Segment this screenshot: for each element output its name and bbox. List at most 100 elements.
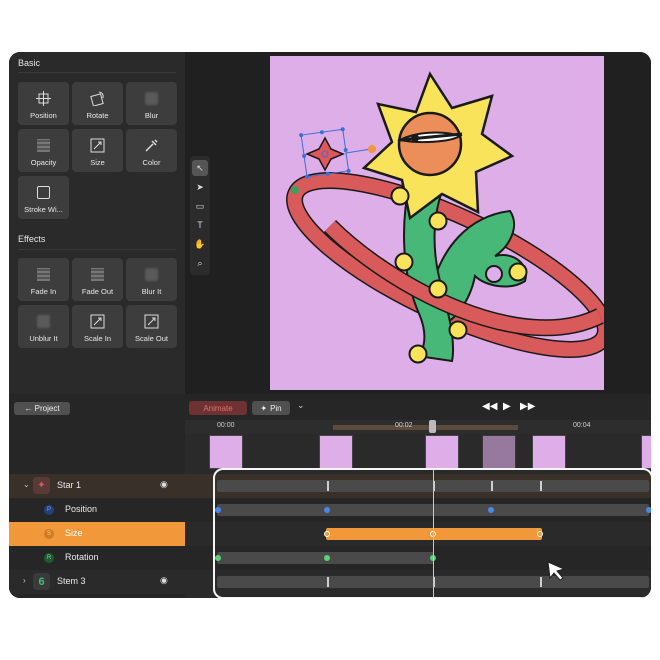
- preset-position[interactable]: Position: [18, 82, 69, 125]
- project-button[interactable]: ← Project: [14, 402, 70, 415]
- preset-opacity[interactable]: Opacity: [18, 129, 69, 172]
- rewind-icon[interactable]: ◀◀: [482, 401, 497, 412]
- preset-size[interactable]: Size: [72, 129, 123, 172]
- pin-label: Pin: [270, 403, 282, 413]
- preset-rotate[interactable]: Rotate: [72, 82, 123, 125]
- canvas-area[interactable]: ↖ ➤ ▭ T ✋ ⌕: [185, 52, 651, 394]
- artboard[interactable]: [270, 56, 614, 390]
- frame-thumbnail[interactable]: [482, 435, 516, 469]
- position-property-icon: P: [44, 505, 54, 515]
- chevron-right-icon[interactable]: ›: [23, 576, 26, 585]
- effect-unblur-it[interactable]: Unblur It: [18, 305, 69, 348]
- tools-toolbar: ↖ ➤ ▭ T ✋ ⌕: [190, 156, 210, 275]
- fast-forward-icon[interactable]: ▶▶: [520, 401, 535, 412]
- layer-row-position[interactable]: P Position: [9, 498, 651, 522]
- ruler-label: 00:02: [395, 422, 413, 429]
- mouse-cursor-icon: [547, 561, 566, 581]
- resize-icon: [89, 137, 106, 154]
- timeline-panel: ← Project Animate ✦ Pin ⌄ ◀◀ ▶ ▶▶ 00:00 …: [9, 394, 651, 598]
- unblur-icon: [35, 313, 52, 330]
- playhead-handle[interactable]: [429, 420, 436, 433]
- keyframe-marker[interactable]: [491, 481, 493, 491]
- blur-it-icon: [143, 266, 160, 283]
- preset-label: Scale Out: [135, 334, 168, 343]
- keyframe-marker[interactable]: [327, 481, 329, 491]
- effect-scale-in[interactable]: Scale In: [72, 305, 123, 348]
- eye-icon[interactable]: ◉: [160, 479, 168, 490]
- frame-thumbnail[interactable]: [532, 435, 566, 469]
- keyframe-marker[interactable]: [540, 481, 542, 491]
- eyedropper-icon: [143, 137, 160, 154]
- layer-row-star-1[interactable]: ⌄ ✦ Star 1 ◉: [9, 474, 651, 498]
- ruler-label: 00:04: [573, 422, 591, 429]
- stem-shape-icon: 6: [33, 573, 50, 590]
- keyframe[interactable]: [324, 531, 330, 537]
- preset-label: Color: [142, 158, 161, 167]
- direct-select-tool[interactable]: ➤: [192, 179, 208, 195]
- opacity-icon: [35, 137, 52, 154]
- select-tool[interactable]: ↖: [192, 160, 208, 176]
- basic-section-title: Basic: [18, 58, 41, 68]
- keyframe[interactable]: [537, 531, 543, 537]
- preset-label: Rotate: [86, 111, 109, 120]
- preset-label: Unblur It: [29, 334, 58, 343]
- preset-label: Stroke Wi...: [24, 205, 63, 214]
- time-ruler[interactable]: 00:00 00:02 00:04: [185, 420, 651, 434]
- effect-fade-in[interactable]: Fade In: [18, 258, 69, 301]
- effect-scale-out[interactable]: Scale Out: [126, 305, 177, 348]
- star-shape-icon: ✦: [33, 477, 50, 494]
- preset-label: Fade In: [30, 287, 57, 296]
- work-area-range: [333, 425, 518, 430]
- play-icon[interactable]: ▶: [503, 401, 511, 412]
- preset-label: Blur: [144, 111, 159, 120]
- scale-in-icon: [89, 313, 106, 330]
- preset-label: Blur It: [141, 287, 162, 296]
- keyframe-marker[interactable]: [327, 577, 329, 587]
- keyframe-marker[interactable]: [540, 577, 542, 587]
- rectangle-tool[interactable]: ▭: [192, 198, 208, 214]
- keyframe[interactable]: [324, 507, 330, 513]
- preset-blur[interactable]: Blur: [126, 82, 177, 125]
- keyframe[interactable]: [215, 507, 221, 513]
- preset-stroke-width[interactable]: Stroke Wi...: [18, 176, 69, 219]
- keyframe[interactable]: [324, 555, 330, 561]
- frame-thumbnail[interactable]: [641, 435, 651, 469]
- keyframe[interactable]: [646, 507, 651, 513]
- effect-fade-out[interactable]: Fade Out: [72, 258, 123, 301]
- flower-illustration: [286, 71, 614, 364]
- fade-in-icon: [35, 266, 52, 283]
- stroke-icon: [35, 184, 52, 201]
- divider: [18, 249, 176, 250]
- preset-label: Opacity: [30, 158, 57, 167]
- zoom-tool[interactable]: ⌕: [192, 255, 208, 271]
- text-tool[interactable]: T: [192, 217, 208, 233]
- preset-color[interactable]: Color: [126, 129, 177, 172]
- preset-label: Size: [90, 158, 105, 167]
- fade-out-icon: [89, 266, 106, 283]
- preset-label: Position: [30, 111, 57, 120]
- effect-blur-it[interactable]: Blur It: [126, 258, 177, 301]
- pin-button[interactable]: ✦ Pin: [252, 401, 290, 415]
- animate-button[interactable]: Animate: [189, 401, 247, 415]
- chevron-down-icon[interactable]: ⌄: [297, 400, 305, 411]
- preset-label: Scale In: [83, 334, 112, 343]
- keyframe[interactable]: [215, 555, 221, 561]
- frame-thumbnail[interactable]: [319, 435, 353, 469]
- move-icon: [35, 90, 52, 107]
- property-name: Rotation: [65, 552, 99, 562]
- frame-thumbnail[interactable]: [209, 435, 243, 469]
- eye-icon[interactable]: ◉: [160, 575, 168, 586]
- layer-row-size[interactable]: S Size: [9, 522, 651, 546]
- rotate-icon: [89, 90, 106, 107]
- keyframe[interactable]: [488, 507, 494, 513]
- frame-thumbnail[interactable]: [425, 435, 459, 469]
- hand-tool[interactable]: ✋: [192, 236, 208, 252]
- blur-icon: [143, 90, 160, 107]
- chevron-down-icon[interactable]: ⌄: [23, 480, 30, 489]
- layer-name: Star 1: [57, 480, 82, 490]
- layer-name: Stem 3: [57, 576, 86, 586]
- scale-out-icon: [143, 313, 160, 330]
- property-name: Size: [65, 528, 83, 538]
- pin-icon: ✦: [260, 403, 268, 413]
- playhead-line[interactable]: [433, 470, 434, 598]
